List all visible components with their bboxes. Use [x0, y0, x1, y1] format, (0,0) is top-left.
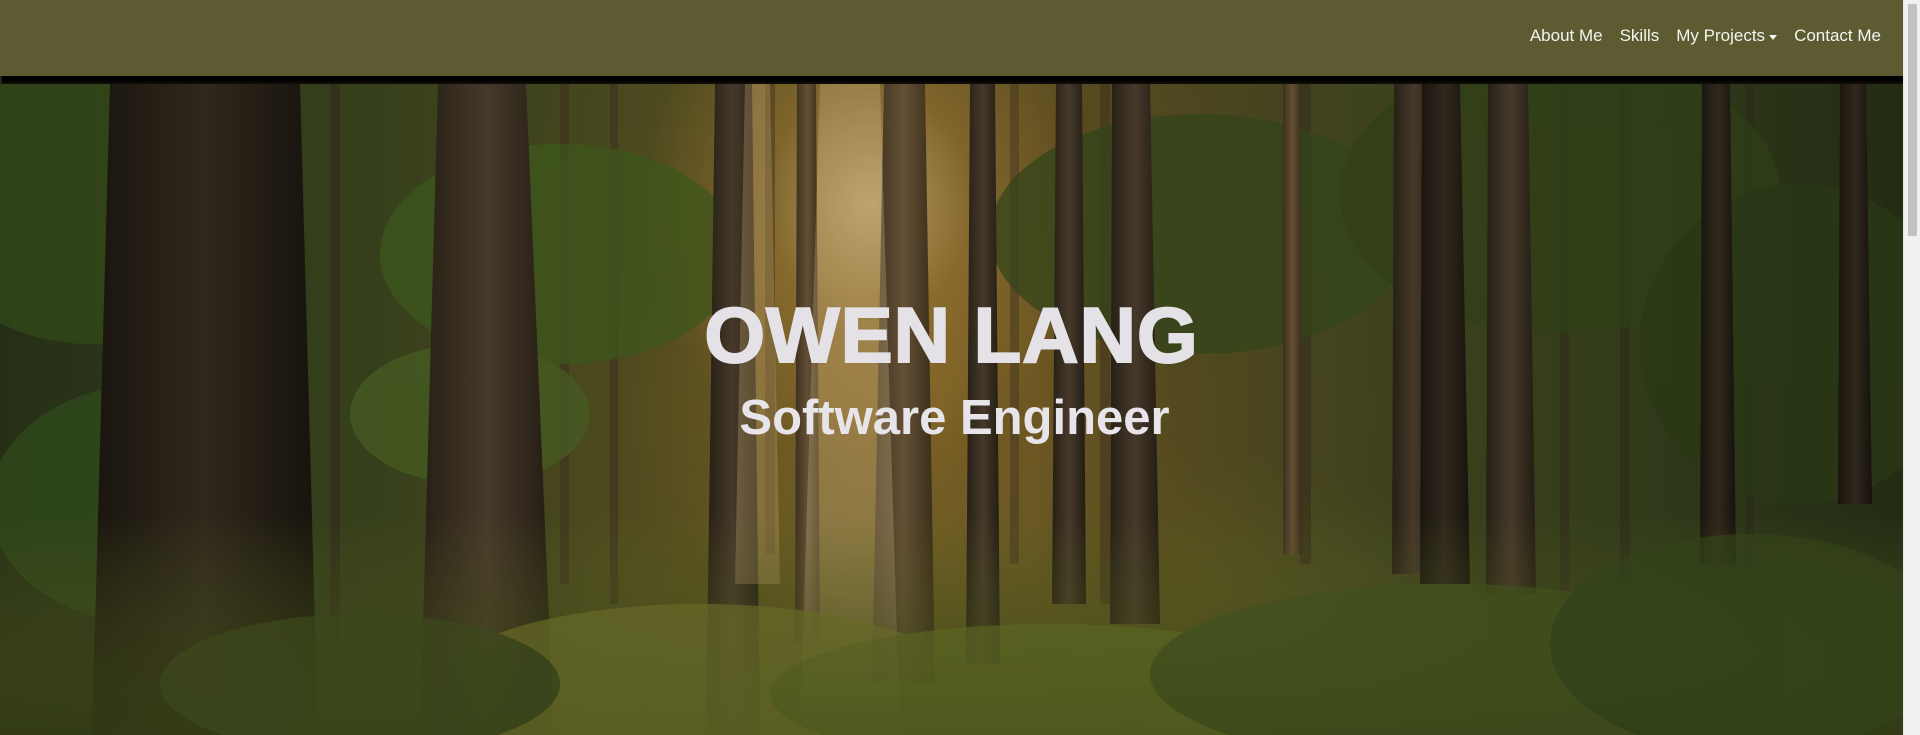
navbar-shadow	[2, 76, 1903, 84]
nav-link-label: Contact Me	[1794, 26, 1881, 45]
nav-link-contact-me[interactable]: Contact Me	[1794, 25, 1881, 47]
caret-down-icon	[1769, 34, 1778, 40]
navbar: About Me Skills My Projects Contact Me	[0, 0, 1903, 76]
scrollbar-thumb[interactable]	[1908, 4, 1917, 236]
page: About Me Skills My Projects Contact Me O…	[0, 0, 1920, 735]
nav-dropdown-my-projects[interactable]: My Projects	[1676, 25, 1778, 47]
page-scrollbar[interactable]	[1903, 0, 1920, 735]
hero-title: OWEN LANG	[703, 290, 1199, 380]
nav-link-skills[interactable]: Skills	[1620, 25, 1660, 47]
nav-link-about-me[interactable]: About Me	[1530, 25, 1603, 47]
nav-link-label: About Me	[1529, 26, 1603, 45]
nav-link-label: My Projects	[1676, 26, 1766, 45]
nav-menu: About Me Skills My Projects Contact Me	[1513, 25, 1881, 47]
nav-link-label: Skills	[1619, 26, 1660, 45]
hero-subtitle: Software Engineer	[739, 391, 1170, 445]
hero-section: OWEN LANG Software Engineer	[0, 84, 1903, 735]
